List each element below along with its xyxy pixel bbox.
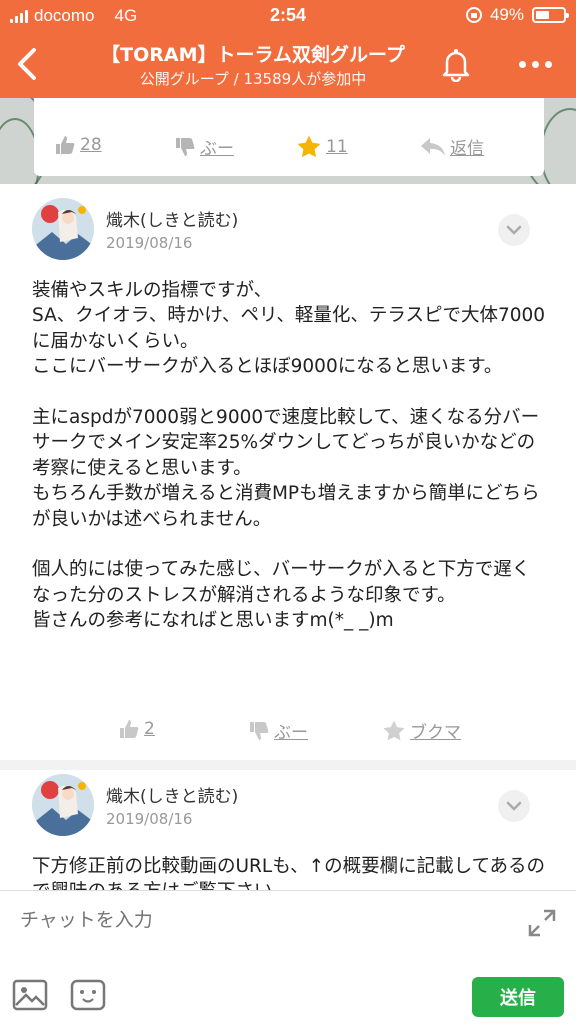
post-menu-button[interactable] xyxy=(498,790,530,822)
chevron-down-icon xyxy=(506,225,522,235)
post-date: 2019/08/16 xyxy=(106,810,193,828)
notification-button[interactable] xyxy=(438,46,474,83)
sticker-button[interactable] xyxy=(70,979,106,1011)
sticker-icon xyxy=(70,979,106,1011)
group-subtitle: 公開グループ / 13589人が参加中 xyxy=(139,70,367,88)
star-outline-icon xyxy=(383,720,405,740)
post-author[interactable]: 熾木(しきと読む) xyxy=(106,206,238,231)
status-bar: docomo 4G 2:54 49% xyxy=(0,0,576,32)
reply-label: 返信 xyxy=(450,139,484,159)
like-count: 2 xyxy=(144,719,155,739)
star-icon xyxy=(297,135,321,158)
back-button[interactable] xyxy=(12,44,42,84)
chat-input-area: 送信 xyxy=(0,890,576,1024)
post-author[interactable]: 熾木(しきと読む) xyxy=(106,782,238,807)
battery-icon xyxy=(532,7,569,23)
like-button[interactable]: 28 xyxy=(54,134,102,156)
battery-percent: 49% xyxy=(489,5,524,24)
star-button[interactable]: 11 xyxy=(296,134,348,160)
reply-icon xyxy=(421,137,445,156)
dislike-button[interactable]: ぶー xyxy=(174,134,234,159)
avatar-image xyxy=(32,774,94,836)
thumbs-up-icon xyxy=(56,136,75,154)
avatar[interactable] xyxy=(32,198,94,260)
avatar[interactable] xyxy=(32,774,94,836)
chat-input[interactable] xyxy=(20,903,500,937)
image-button[interactable] xyxy=(12,979,48,1011)
post-body: 装備やスキルの指標ですが、 SA、クイオラ、時かけ、ペリ、軽量化、テラスピで大体… xyxy=(32,280,546,632)
expand-icon xyxy=(528,909,556,937)
post-divider xyxy=(0,760,576,770)
reply-button[interactable]: 返信 xyxy=(420,134,484,159)
previous-post-card: 28 ぶー 11 返信 xyxy=(34,98,544,176)
thumbs-up-icon xyxy=(120,720,139,738)
more-options-button[interactable] xyxy=(510,46,560,82)
send-button[interactable]: 送信 xyxy=(472,977,564,1017)
post: 熾木(しきと読む) 2019/08/16 装備やスキルの指標ですが、 SA、クイ… xyxy=(0,184,576,760)
group-title[interactable]: 【TORAM】トーラム双剣グループ xyxy=(70,40,436,67)
post-body: 下方修正前の比較動画のURLも、↑の概要欄に記載してあるので興味のある方はご覧下… xyxy=(32,856,546,890)
dislike-label: ぶー xyxy=(274,723,308,743)
expand-button[interactable] xyxy=(526,907,558,939)
post: 熾木(しきと読む) 2019/08/16 下方修正前の比較動画のURLも、↑の概… xyxy=(0,770,576,890)
image-icon xyxy=(12,979,48,1011)
bell-icon xyxy=(442,49,470,83)
star-count: 11 xyxy=(326,137,348,157)
like-button[interactable]: 2 xyxy=(118,718,155,740)
like-count: 28 xyxy=(80,135,102,155)
rotation-lock-icon xyxy=(465,7,482,23)
bookmark-label: ブクマ xyxy=(410,723,461,743)
avatar-image xyxy=(32,198,94,260)
thumbs-down-icon xyxy=(250,721,269,740)
post-menu-button[interactable] xyxy=(498,214,530,246)
post-date: 2019/08/16 xyxy=(106,234,193,252)
group-header: 【TORAM】トーラム双剣グループ 公開グループ / 13589人が参加中 xyxy=(0,32,576,98)
chevron-left-icon xyxy=(18,48,36,80)
dislike-button[interactable]: ぶー xyxy=(248,718,308,743)
thumbs-down-icon xyxy=(176,137,195,156)
chevron-down-icon xyxy=(506,801,522,811)
bookmark-button[interactable]: ブクマ xyxy=(382,718,461,743)
dislike-label: ぶー xyxy=(200,139,234,159)
